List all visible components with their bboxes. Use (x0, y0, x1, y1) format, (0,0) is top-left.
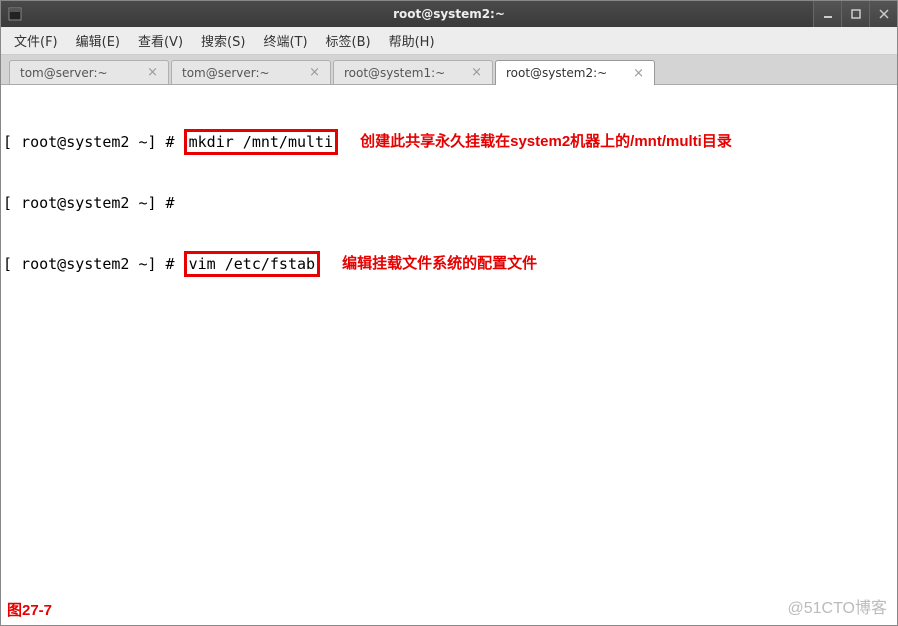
close-icon[interactable]: × (633, 66, 644, 81)
menu-view[interactable]: 查看(V) (129, 28, 192, 53)
menu-terminal[interactable]: 终端(T) (254, 28, 316, 53)
terminal-line: [ root@system2 ~] # (3, 192, 895, 213)
close-icon[interactable]: × (147, 65, 158, 80)
tab-tom-server-1[interactable]: tom@server:~ × (9, 60, 169, 84)
menubar: 文件(F) 编辑(E) 查看(V) 搜索(S) 终端(T) 标签(B) 帮助(H… (1, 27, 897, 55)
menu-search[interactable]: 搜索(S) (192, 28, 254, 53)
tab-root-system1[interactable]: root@system1:~ × (333, 60, 493, 84)
command-highlighted: mkdir /mnt/multi (184, 129, 339, 155)
minimize-button[interactable] (813, 1, 841, 27)
window-controls (813, 1, 897, 27)
figure-label: 图27-7 (7, 601, 52, 621)
terminal-window: root@system2:~ 文件(F) 编辑(E) 查看(V) 搜索(S) 终… (0, 0, 898, 626)
tab-label: root@system2:~ (506, 66, 607, 80)
terminal-line: [ root@system2 ~] # vim /etc/fstab 编辑挂载文件… (3, 253, 895, 274)
tab-label: root@system1:~ (344, 66, 445, 80)
tab-label: tom@server:~ (20, 66, 108, 80)
prompt: [ root@system2 ~] # (3, 193, 184, 213)
tab-root-system2[interactable]: root@system2:~ × (495, 60, 655, 85)
close-icon[interactable]: × (471, 65, 482, 80)
annotation-text: 创建此共享永久挂载在system2机器上的/mnt/multi目录 (360, 132, 732, 152)
tab-label: tom@server:~ (182, 66, 270, 80)
close-icon[interactable]: × (309, 65, 320, 80)
terminal-line: [ root@system2 ~] # mkdir /mnt/multi 创建此共… (3, 131, 895, 152)
menu-edit[interactable]: 编辑(E) (67, 28, 129, 53)
prompt: [ root@system2 ~] # (3, 132, 184, 152)
app-icon (7, 6, 23, 22)
menu-file[interactable]: 文件(F) (5, 28, 67, 53)
close-button[interactable] (869, 1, 897, 27)
annotation-text: 编辑挂载文件系统的配置文件 (342, 254, 537, 274)
titlebar: root@system2:~ (1, 1, 897, 27)
maximize-button[interactable] (841, 1, 869, 27)
menu-help[interactable]: 帮助(H) (380, 28, 444, 53)
tab-bar: tom@server:~ × tom@server:~ × root@syste… (1, 55, 897, 85)
watermark: @51CTO博客 (787, 599, 887, 619)
terminal-area[interactable]: [ root@system2 ~] # mkdir /mnt/multi 创建此共… (1, 85, 897, 625)
command-highlighted: vim /etc/fstab (184, 251, 320, 277)
tab-tom-server-2[interactable]: tom@server:~ × (171, 60, 331, 84)
window-title: root@system2:~ (393, 7, 505, 21)
menu-tabs[interactable]: 标签(B) (317, 28, 380, 53)
prompt: [ root@system2 ~] # (3, 254, 184, 274)
